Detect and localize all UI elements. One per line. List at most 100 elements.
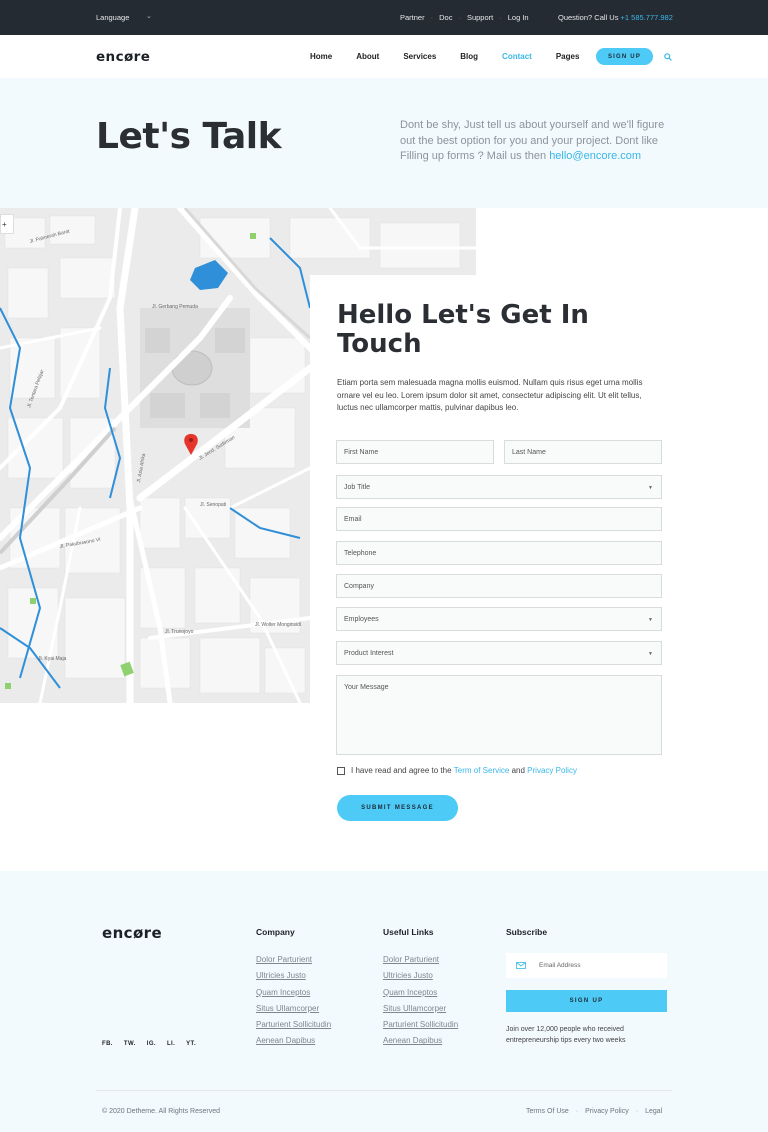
map-label: Jl. Kyai Maja <box>38 656 67 662</box>
product-interest-select[interactable]: Product Interest ▼ <box>336 641 662 665</box>
footer-link[interactable]: Situs Ullamcorper <box>383 1004 458 1013</box>
search-icon[interactable] <box>664 53 672 61</box>
map-label: Jl. Gerbang Pemuda <box>152 304 198 310</box>
subscribe-email-input[interactable]: Email Address <box>506 953 667 978</box>
question-text: Question? Call Us <box>558 13 619 22</box>
copyright: © 2020 Detheme. All Rights Reserved <box>102 1108 220 1115</box>
nav-item-blog[interactable]: Blog <box>460 52 478 61</box>
footer-divider <box>96 1090 672 1091</box>
last-name-field[interactable]: Last Name <box>504 440 662 464</box>
terms-link[interactable]: Term of Service <box>454 766 510 775</box>
subscribe-button[interactable]: SIGN UP <box>506 990 667 1012</box>
language-selector[interactable]: Language ⌄ <box>96 13 152 22</box>
agree-text: I have read and agree to the <box>351 766 452 775</box>
company-title: Company <box>256 927 295 937</box>
footer-link[interactable]: Dolor Parturient <box>383 955 458 964</box>
twitter-link[interactable]: TW. <box>124 1041 136 1047</box>
footer-link[interactable]: Parturient Sollicitudin <box>383 1020 458 1029</box>
hero-description: Dont be shy, Just tell us about yourself… <box>400 118 675 165</box>
separator: · <box>430 13 434 22</box>
top-bar: Language ⌄ Partner · Doc · Support · Log In… <box>0 0 768 35</box>
job-title-select[interactable]: Job Title ▼ <box>336 475 662 499</box>
youtube-link[interactable]: YT. <box>186 1041 196 1047</box>
footer: encøre FB. TW. IG. LI. YT. Company Dolor… <box>0 871 768 1132</box>
employees-select[interactable]: Employees ▼ <box>336 607 662 631</box>
login-link[interactable]: Log In <box>508 13 529 22</box>
support-link[interactable]: Support <box>467 13 493 22</box>
job-title-label: Job Title <box>344 484 371 491</box>
useful-links-column: Useful Links Dolor Parturient Ultricies … <box>383 927 458 1053</box>
nav-item-home[interactable]: Home <box>310 52 332 61</box>
footer-link[interactable]: Aenean Dapibus <box>383 1036 458 1045</box>
message-textarea[interactable]: Your Message <box>336 675 662 755</box>
footer-link[interactable]: Aenean Dapibus <box>256 1036 331 1045</box>
signup-button[interactable]: SIGN UP <box>596 48 653 65</box>
telephone-placeholder: Telephone <box>344 550 377 557</box>
agree-checkbox[interactable] <box>337 766 345 775</box>
company-column: Company Dolor Parturient Ultricies Justo… <box>256 927 331 1053</box>
phone-link[interactable]: +1 585.777.982 <box>621 13 673 22</box>
language-label: Language <box>96 13 130 22</box>
subscribe-title: Subscribe <box>506 927 548 937</box>
company-placeholder: Company <box>344 583 374 590</box>
last-name-placeholder: Last Name <box>512 449 546 456</box>
footer-link[interactable]: Ultricies Justo <box>256 971 331 980</box>
contact-form-card: Hello Let's Get In Touch Etiam porta sem… <box>310 275 768 865</box>
footer-link[interactable]: Dolor Parturient <box>256 955 331 964</box>
subscribe-column: Subscribe <box>506 927 547 955</box>
footer-link[interactable]: Parturient Sollicitudin <box>256 1020 331 1029</box>
map-label: Jl. Senopati <box>200 502 226 508</box>
instagram-link[interactable]: IG. <box>147 1041 156 1047</box>
footer-link[interactable]: Quam Inceptos <box>256 988 331 997</box>
footer-link[interactable]: Quam Inceptos <box>383 988 458 997</box>
first-name-field[interactable]: First Name <box>336 440 494 464</box>
dropdown-arrow-icon: ▼ <box>648 617 653 623</box>
separator: · <box>575 1108 579 1115</box>
social-links: FB. TW. IG. LI. YT. <box>102 1041 196 1047</box>
email-field[interactable]: Email <box>336 507 662 531</box>
form-heading: Hello Let's Get In Touch <box>337 301 637 359</box>
agree-row: I have read and agree to the Term of Ser… <box>337 766 577 775</box>
phone-info: Question? Call Us +1 585.777.982 <box>558 13 673 22</box>
nav-item-contact[interactable]: Contact <box>502 52 532 61</box>
facebook-link[interactable]: FB. <box>102 1041 113 1047</box>
heading-highlight-word: Hello <box>337 300 413 330</box>
hero-section: Let's Talk Dont be shy, Just tell us abo… <box>0 78 768 208</box>
email-placeholder: Email <box>344 516 362 523</box>
separator: · <box>458 13 461 22</box>
footer-link[interactable]: Ultricies Justo <box>383 971 458 980</box>
nav-item-about[interactable]: About <box>356 52 379 61</box>
doc-link[interactable]: Doc <box>439 13 452 22</box>
footer-link[interactable]: Situs Ullamcorper <box>256 1004 331 1013</box>
logo[interactable]: encøre <box>96 49 150 65</box>
map-control[interactable]: + <box>0 214 14 234</box>
legal-link[interactable]: Legal <box>645 1108 662 1115</box>
mail-icon <box>516 962 526 969</box>
privacy-policy-link[interactable]: Privacy Policy <box>585 1108 629 1115</box>
privacy-link[interactable]: Privacy Policy <box>527 766 577 775</box>
dropdown-arrow-icon: ▼ <box>648 485 653 491</box>
dropdown-arrow-icon: ▼ <box>648 651 653 657</box>
footer-logo[interactable]: encøre <box>102 924 162 942</box>
email-link[interactable]: hello@encore.com <box>549 150 641 162</box>
first-name-placeholder: First Name <box>344 449 379 456</box>
page-title: Let's Talk <box>96 116 282 157</box>
company-field[interactable]: Company <box>336 574 662 598</box>
subscribe-note: Join over 12,000 people who received ent… <box>506 1026 626 1044</box>
chevron-down-icon: ⌄ <box>146 13 152 20</box>
separator: · <box>635 1108 639 1115</box>
message-placeholder: Your Message <box>344 684 389 691</box>
top-links: Partner · Doc · Support · Log In <box>400 13 529 22</box>
legal-links: Terms Of Use · Privacy Policy · Legal <box>526 1108 662 1115</box>
terms-of-use-link[interactable]: Terms Of Use <box>526 1108 569 1115</box>
employees-label: Employees <box>344 616 379 623</box>
telephone-field[interactable]: Telephone <box>336 541 662 565</box>
partner-link[interactable]: Partner <box>400 13 425 22</box>
email-placeholder: Email Address <box>539 962 581 969</box>
useful-links-title: Useful Links <box>383 927 434 937</box>
main-nav: encøre Home About Services Blog Contact … <box>0 35 768 78</box>
map-label: Jl. Trunojoyo <box>165 629 194 635</box>
nav-item-services[interactable]: Services <box>403 52 436 61</box>
linkedin-link[interactable]: LI. <box>167 1041 175 1047</box>
submit-button[interactable]: SUBMIT MESSAGE <box>337 795 458 821</box>
